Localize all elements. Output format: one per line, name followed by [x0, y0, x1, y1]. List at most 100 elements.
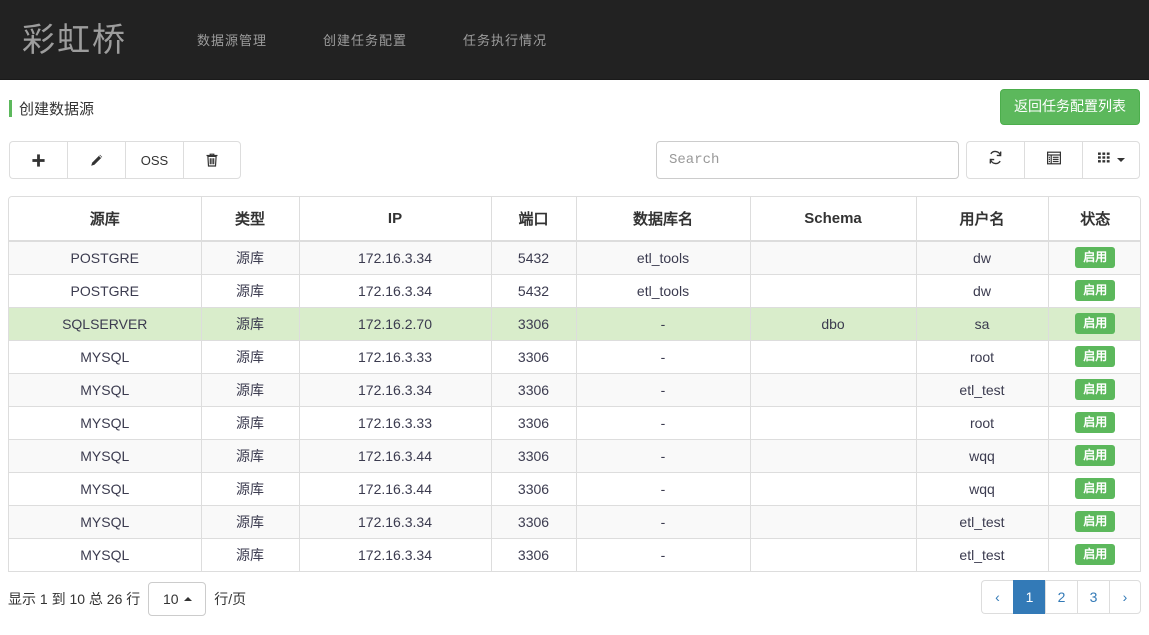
cell-type: 源库: [201, 273, 300, 307]
table-row[interactable]: POSTGRE 源库 172.16.3.34 5432 etl_tools dw 启用: [9, 240, 1140, 274]
table-row[interactable]: MYSQL 源库 172.16.3.44 3306- wqq 启用: [9, 471, 1140, 505]
cell-dbname: -: [576, 405, 751, 439]
nav-link-task-status[interactable]: 任务执行情况: [435, 30, 575, 49]
brand-logo[interactable]: 彩虹桥: [22, 23, 169, 56]
add-datasource-button[interactable]: [9, 141, 67, 179]
cell-schema: dbo: [750, 306, 917, 340]
status-badge: 启用: [1075, 511, 1116, 532]
column-header-ip[interactable]: IP: [299, 197, 492, 242]
cell-source: MYSQL: [9, 339, 202, 373]
columns-grid-icon: [1097, 151, 1112, 169]
cell-source: MYSQL: [9, 405, 202, 439]
cell-ip: 172.16.3.34: [299, 504, 492, 538]
page-title-text: 创建数据源: [19, 101, 95, 118]
column-header-schema[interactable]: Schema: [750, 197, 917, 242]
cell-type: 源库: [201, 405, 300, 439]
cell-status: 启用: [1048, 339, 1140, 373]
table-row[interactable]: MYSQL 源库 172.16.3.33 3306- root 启用: [9, 339, 1140, 373]
toolbar-right: [656, 141, 1140, 179]
cell-source: MYSQL: [9, 438, 202, 472]
cell-schema: [750, 405, 917, 439]
table-body: POSTGRE 源库 172.16.3.34 5432 etl_tools dw 启用 POS…: [9, 240, 1140, 571]
cell-username: etl_test: [916, 372, 1049, 406]
column-header-type[interactable]: 类型: [201, 197, 300, 242]
cell-type: 源库: [201, 306, 300, 340]
table-row[interactable]: MYSQL 源库 172.16.3.34 3306- etl_test 启用: [9, 537, 1140, 571]
column-header-username[interactable]: 用户名: [916, 197, 1049, 242]
pagination-item-next[interactable]: ›: [1109, 580, 1141, 614]
cell-source: SQLSERVER: [9, 306, 202, 340]
cell-status: 启用: [1048, 438, 1140, 472]
cell-source: POSTGRE: [9, 273, 202, 307]
pencil-icon: [89, 152, 105, 168]
nav-link-create-task[interactable]: 创建任务配置: [295, 30, 435, 49]
datasource-table: 源库 类型 IP 端口 数据库名 Schema 用户名 状态 POSTGRE 源库…: [9, 197, 1140, 571]
cell-dbname: -: [576, 339, 751, 373]
oss-button[interactable]: OSS: [125, 141, 183, 179]
chevron-up-icon: [183, 597, 192, 601]
page-size-selector[interactable]: 10: [148, 582, 207, 616]
cell-status: 启用: [1048, 504, 1140, 538]
title-accent-bar: [9, 100, 12, 117]
cell-schema: [750, 471, 917, 505]
status-badge: 启用: [1075, 478, 1116, 499]
cell-port: 5432: [491, 273, 577, 307]
refresh-icon: [987, 149, 1004, 171]
pagination-item-1[interactable]: 1: [1013, 580, 1045, 614]
cell-schema: [750, 273, 917, 307]
action-button-group: OSS: [9, 141, 241, 179]
table-header-row: 源库 类型 IP 端口 数据库名 Schema 用户名 状态: [9, 197, 1140, 242]
nav-link-datasource[interactable]: 数据源管理: [169, 30, 295, 49]
table-row[interactable]: MYSQL 源库 172.16.3.33 3306- root 启用: [9, 405, 1140, 439]
page-head: 创建数据源 返回任务配置列表: [0, 80, 1149, 138]
pagination-summary: 显示 1 到 10 总 26 行: [8, 591, 141, 607]
cell-port: 3306: [491, 504, 577, 538]
delete-datasource-button[interactable]: [183, 141, 241, 179]
navbar: 彩虹桥 数据源管理 创建任务配置 任务执行情况: [0, 0, 1149, 80]
toggle-view-button[interactable]: [1024, 141, 1082, 179]
status-badge: 启用: [1075, 313, 1116, 334]
table-row[interactable]: MYSQL 源库 172.16.3.34 3306- etl_test 启用: [9, 504, 1140, 538]
column-header-dbname[interactable]: 数据库名: [576, 197, 751, 242]
cell-type: 源库: [201, 240, 300, 274]
status-badge: 启用: [1075, 379, 1116, 400]
cell-type: 源库: [201, 438, 300, 472]
edit-datasource-button[interactable]: [67, 141, 125, 179]
cell-port: 3306: [491, 372, 577, 406]
cell-status: 启用: [1048, 240, 1140, 274]
search-input[interactable]: [656, 141, 959, 179]
pagination-item-3[interactable]: 3: [1077, 580, 1109, 614]
cell-status: 启用: [1048, 537, 1140, 571]
cell-ip: 172.16.3.44: [299, 471, 492, 505]
table-row[interactable]: POSTGRE 源库 172.16.3.34 5432 etl_tools dw 启用: [9, 273, 1140, 307]
pagination-item-2[interactable]: 2: [1045, 580, 1077, 614]
table-row[interactable]: MYSQL 源库 172.16.3.44 3306- wqq 启用: [9, 438, 1140, 472]
column-header-port[interactable]: 端口: [491, 197, 577, 242]
column-header-source[interactable]: 源库: [9, 197, 202, 242]
cell-username: root: [916, 405, 1049, 439]
cell-port: 3306: [491, 339, 577, 373]
column-header-status[interactable]: 状态: [1048, 197, 1140, 242]
page-size-value: 10: [162, 591, 179, 607]
cell-username: sa: [916, 306, 1049, 340]
return-to-task-list-button[interactable]: 返回任务配置列表: [1000, 89, 1140, 125]
cell-username: wqq: [916, 438, 1049, 472]
table-footer: 显示 1 到 10 总 26 行 10 行/页 ‹ 1 2 3 ›: [8, 572, 1141, 616]
cell-port: 3306: [491, 537, 577, 571]
cell-ip: 172.16.3.34: [299, 273, 492, 307]
table-row[interactable]: SQLSERVER 源库 172.16.2.70 3306- dbo sa 启用: [9, 306, 1140, 340]
pagination-item-prev[interactable]: ‹: [981, 580, 1013, 614]
cell-schema: [750, 372, 917, 406]
cell-username: root: [916, 339, 1049, 373]
list-view-icon: [1046, 150, 1062, 171]
table-row[interactable]: MYSQL 源库 172.16.3.34 3306- etl_test 启用: [9, 372, 1140, 406]
cell-status: 启用: [1048, 306, 1140, 340]
cell-type: 源库: [201, 372, 300, 406]
columns-button[interactable]: [1082, 141, 1140, 179]
cell-ip: 172.16.3.33: [299, 339, 492, 373]
cell-type: 源库: [201, 471, 300, 505]
cell-dbname: -: [576, 537, 751, 571]
cell-dbname: etl_tools: [576, 240, 751, 274]
refresh-button[interactable]: [966, 141, 1024, 179]
cell-status: 启用: [1048, 372, 1140, 406]
